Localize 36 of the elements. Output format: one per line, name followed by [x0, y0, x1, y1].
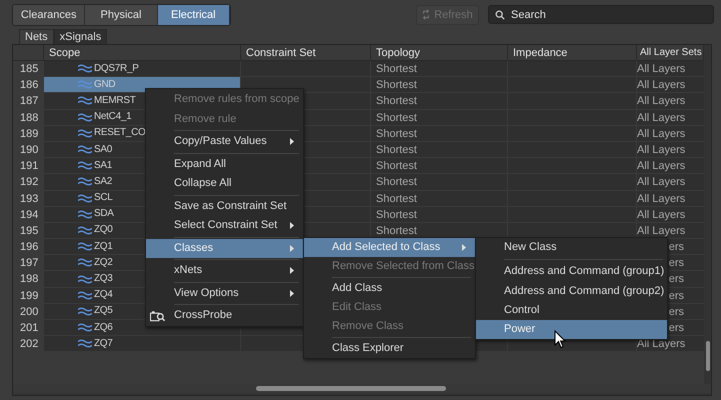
net-name: ZQ6 — [94, 320, 113, 335]
net-name: SA2 — [94, 174, 112, 189]
row-number: 185 — [13, 61, 44, 78]
row-number: 189 — [13, 126, 44, 142]
net-name: ZQ2 — [94, 256, 113, 270]
net-name: SA0 — [94, 142, 112, 157]
net-name: DQS7R_P — [94, 62, 139, 76]
row-number: 187 — [13, 93, 44, 110]
net-name: NetC4_1 — [94, 110, 132, 124]
row-number: 194 — [13, 206, 44, 223]
row-number: 188 — [13, 110, 44, 126]
net-name: SA1 — [94, 158, 112, 173]
row-number: 193 — [13, 190, 44, 207]
net-name: ZQ0 — [94, 223, 113, 238]
row-number: 191 — [13, 158, 44, 174]
row-number: 196 — [13, 239, 44, 256]
row-number: 197 — [13, 255, 44, 272]
net-name: RESET_CO — [94, 126, 146, 140]
row-number: 190 — [13, 142, 44, 158]
net-name: ZQ4 — [94, 288, 113, 302]
net-name: ZQ1 — [94, 240, 113, 254]
row-number: 186 — [13, 77, 44, 94]
row-number: 201 — [13, 320, 44, 336]
row-number: 199 — [13, 288, 44, 304]
row-number: 200 — [13, 304, 44, 320]
row-number: 198 — [13, 271, 44, 288]
net-name: GND — [94, 78, 116, 92]
net-name: SDA — [94, 207, 114, 222]
net-name: ZQ3 — [94, 272, 113, 286]
net-name: MEMRST — [94, 94, 136, 108]
row-number: 202 — [13, 336, 44, 352]
net-name: ZQ7 — [94, 336, 113, 351]
row-number: 192 — [13, 174, 44, 190]
net-name: SCL — [94, 191, 113, 206]
net-name: ZQ5 — [94, 304, 113, 318]
row-number: 195 — [13, 222, 44, 240]
